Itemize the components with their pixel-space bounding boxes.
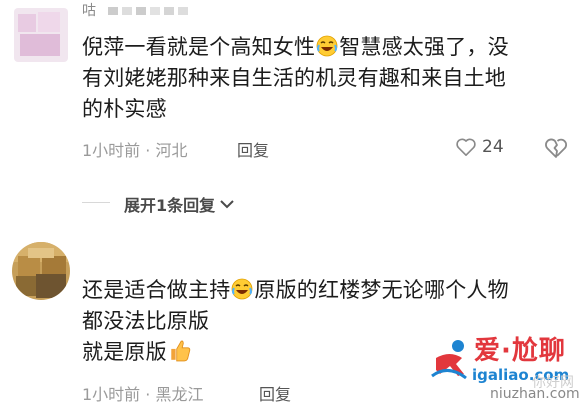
location: 黑龙江: [155, 385, 204, 404]
comment-meta: 1小时前 · 河北: [82, 137, 187, 161]
divider: [82, 202, 110, 203]
thumbs-up-emoji: [171, 340, 191, 362]
separator: ·: [145, 385, 151, 404]
comment-line: 有刘姥姥那种来自生活的机灵有趣和来自土地: [82, 66, 506, 90]
heart-icon: [456, 138, 476, 156]
comment-text-segment: 倪萍一看就是个高知女性: [82, 35, 316, 59]
comment-text-segment: 智慧感太强了，没: [339, 35, 509, 59]
reply-button[interactable]: 回复: [259, 381, 291, 405]
avatar[interactable]: [14, 8, 68, 62]
comment-text: 倪萍一看就是个高知女性 智慧感太强了，没 有刘姥姥那种来自生活的机灵有趣和来自土…: [82, 32, 578, 125]
laughing-crying-emoji: [316, 35, 338, 57]
comment-line: 还是适合做主持 原版的红楼梦无论哪个人物: [82, 275, 552, 306]
separator: ·: [145, 141, 151, 160]
watermark-site-url: niuzhan.com: [490, 386, 580, 402]
username-text[interactable]: 咕: [82, 3, 96, 19]
avatar[interactable]: [12, 242, 70, 300]
expand-replies-button[interactable]: 展开1条回复: [124, 192, 235, 216]
runner-logo-icon: [431, 340, 467, 380]
chevron-down-icon: [220, 200, 234, 209]
comment-meta: 1小时前 · 黑龙江: [82, 381, 203, 405]
comment-line: 的朴实感: [82, 97, 167, 121]
timestamp: 1小时前: [82, 385, 141, 404]
username-obscured: [108, 3, 189, 19]
username[interactable]: 咕: [82, 0, 189, 20]
watermark: 爱·尬聊 igaliao.com 你好网 niuzhan.com: [428, 330, 586, 404]
laughing-crying-emoji: [232, 278, 253, 300]
reply-button[interactable]: 回复: [237, 137, 269, 161]
expand-replies-label: 展开1条回复: [124, 196, 216, 215]
broken-heart-icon: [545, 138, 567, 158]
comment-text-segment: 还是适合做主持: [82, 278, 231, 302]
like-count: 24: [482, 137, 504, 157]
dislike-button[interactable]: [544, 136, 568, 164]
comment-text-segment: 原版的红楼梦无论哪个人物: [254, 278, 509, 302]
comment-text-segment: 就是原版: [82, 340, 167, 364]
location: 河北: [155, 141, 188, 160]
timestamp: 1小时前: [82, 141, 141, 160]
watermark-brand: 爱·尬聊: [474, 336, 566, 366]
comment-line: 倪萍一看就是个高知女性 智慧感太强了，没: [82, 32, 578, 63]
like-button[interactable]: 24: [455, 137, 504, 157]
